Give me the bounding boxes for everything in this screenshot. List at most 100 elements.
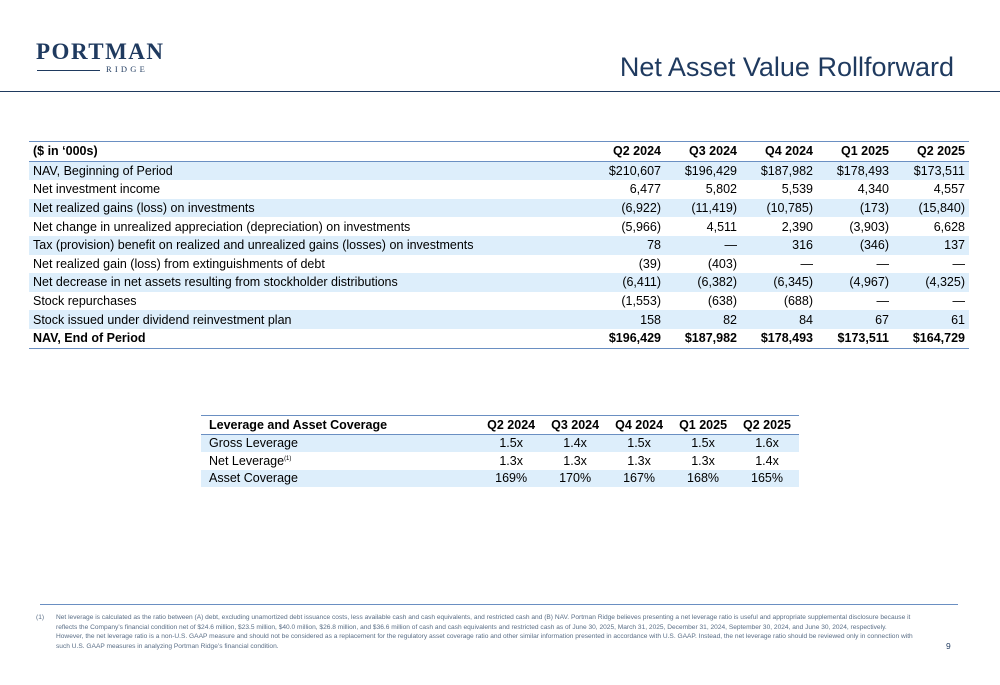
nav-rollforward-table: ($ in ‘000s) Q2 2024 Q3 2024 Q4 2024 Q1 … (29, 141, 969, 349)
row-value: (6,382) (665, 273, 741, 292)
nav-table-header-label: ($ in ‘000s) (29, 141, 589, 162)
table-row: Tax (provision) benefit on realized and … (29, 235, 969, 255)
row-value: (11,419) (665, 198, 741, 218)
row-value: (5,966) (621, 219, 661, 234)
row-value: $178,493 (817, 161, 893, 181)
row-value: 1.5x (671, 434, 736, 452)
row-label: Net realized gain (loss) from extinguish… (33, 256, 325, 271)
row-value: — (665, 235, 741, 255)
row-value: $173,511 (893, 161, 969, 181)
row-value: 1.3x (563, 453, 587, 468)
row-label: Gross Leverage (209, 436, 298, 451)
row-label: NAV, Beginning of Period (29, 161, 589, 181)
row-value: (346) (817, 235, 893, 255)
row-label: NAV, End of Period (33, 331, 146, 346)
row-value: 1.6x (735, 434, 799, 452)
row-value: 158 (589, 310, 665, 329)
row-value: $210,607 (589, 161, 665, 181)
table-row: Net change in unrealized appreciation (d… (29, 217, 969, 236)
table-row: Net realized gain (loss) from extinguish… (29, 255, 969, 274)
nav-table-header-q4-2024: Q4 2024 (741, 141, 817, 162)
row-value: — (876, 256, 890, 271)
row-label: Net decrease in net assets resulting fro… (29, 273, 589, 292)
row-label-cell: Asset Coverage (201, 469, 480, 487)
leverage-table-header-q1-2025: Q1 2025 (671, 415, 736, 435)
row-value: (173) (817, 198, 893, 218)
footnote-text: Net leverage is calculated as the ratio … (56, 614, 913, 650)
logo-subtext: RIDGE (106, 64, 148, 74)
row-value: 67 (817, 310, 893, 329)
row-label-cell: Net Leverage(1) (201, 452, 479, 470)
row-value: (10,785) (741, 198, 817, 218)
row-value: — (876, 294, 890, 309)
row-value: (1,553) (621, 294, 661, 309)
row-value: 6,477 (629, 182, 661, 197)
leverage-table-header-row: Leverage and Asset Coverage Q2 2024 Q3 2… (201, 415, 799, 435)
table-row: Stock repurchases (1,553) (638) (688) — — (29, 292, 969, 311)
row-value: 1.3x (499, 453, 523, 468)
row-value: 165% (735, 469, 799, 487)
table-row: Net Leverage(1) 1.3x 1.3x 1.3x 1.3x 1.4x (201, 452, 799, 470)
nav-table-header-row: ($ in ‘000s) Q2 2024 Q3 2024 Q4 2024 Q1 … (29, 141, 969, 162)
row-value: 78 (589, 235, 665, 255)
row-label: Net realized gains (loss) on investments (29, 198, 589, 218)
table-row: NAV, Beginning of Period $210,607 $196,429… (29, 161, 969, 181)
leverage-table-header-q2-2025: Q2 2025 (735, 415, 799, 435)
row-value: 1.4x (755, 453, 779, 468)
row-value: 2,390 (781, 219, 813, 234)
row-value: 169% (479, 469, 544, 487)
row-value: 1.3x (691, 453, 715, 468)
row-value: $164,729 (912, 331, 965, 346)
row-value: $196,429 (665, 161, 741, 181)
leverage-table-header-q3-2024: Q3 2024 (543, 415, 608, 435)
row-value: 5,802 (705, 182, 737, 197)
row-value: (6,411) (589, 273, 665, 292)
nav-table-header-q3-2024: Q3 2024 (665, 141, 741, 162)
row-value: 137 (893, 235, 969, 255)
header-divider (0, 91, 1000, 92)
row-label: Net change in unrealized appreciation (d… (33, 219, 411, 234)
row-value: $173,511 (837, 331, 889, 346)
row-value: 1.5x (479, 434, 544, 452)
row-label: Net investment income (33, 182, 161, 197)
row-value: (4,967) (817, 273, 893, 292)
row-value: 1.3x (627, 453, 651, 468)
nav-table-header-q2-2025: Q2 2025 (893, 141, 969, 162)
footnote-marker: (1) (284, 455, 292, 462)
table-row: Net investment income 6,477 5,802 5,539 4,34… (29, 180, 969, 199)
row-value: 167% (607, 469, 672, 487)
page-number: 9 (946, 641, 951, 651)
nav-table-header-q1-2025: Q1 2025 (817, 141, 893, 162)
row-value: (39) (638, 256, 661, 271)
row-value: (6,922) (589, 198, 665, 218)
footnote: (1) Net leverage is calculated as the ra… (36, 613, 916, 651)
row-value: 82 (665, 310, 741, 329)
row-label: Stock repurchases (33, 294, 137, 309)
row-value: $187,982 (741, 161, 817, 181)
row-label: Net Leverage (209, 453, 285, 468)
row-value: $187,982 (684, 331, 737, 346)
logo-wordmark: PORTMAN (36, 39, 165, 64)
nav-table-header-q2-2024: Q2 2024 (589, 141, 665, 162)
table-row: NAV, End of Period $196,429 $187,982 $178,4… (29, 329, 969, 349)
row-value: (15,840) (893, 198, 969, 218)
row-value: 61 (893, 310, 969, 329)
leverage-coverage-table: Leverage and Asset Coverage Q2 2024 Q3 2… (201, 415, 799, 487)
row-value: 4,511 (706, 219, 737, 234)
row-value: 316 (741, 235, 817, 255)
row-value: $178,493 (760, 331, 813, 346)
portman-ridge-logo: PORTMAN RIDGE (36, 39, 165, 75)
row-value: (3,903) (849, 219, 889, 234)
leverage-table-header-label: Leverage and Asset Coverage (201, 415, 480, 435)
row-value: 4,557 (933, 182, 965, 197)
row-value: 1.5x (607, 434, 672, 452)
row-value: 168% (671, 469, 736, 487)
row-value: — (952, 256, 966, 271)
logo-rule (37, 70, 100, 71)
row-label: Stock issued under dividend reinvestment… (29, 310, 589, 329)
logo-subline: RIDGE (36, 64, 156, 75)
footnote-number: (1) (36, 614, 45, 621)
page-title: Net Asset Value Rollforward (619, 52, 954, 82)
row-value: (4,325) (893, 273, 969, 292)
row-value: 84 (741, 310, 817, 329)
